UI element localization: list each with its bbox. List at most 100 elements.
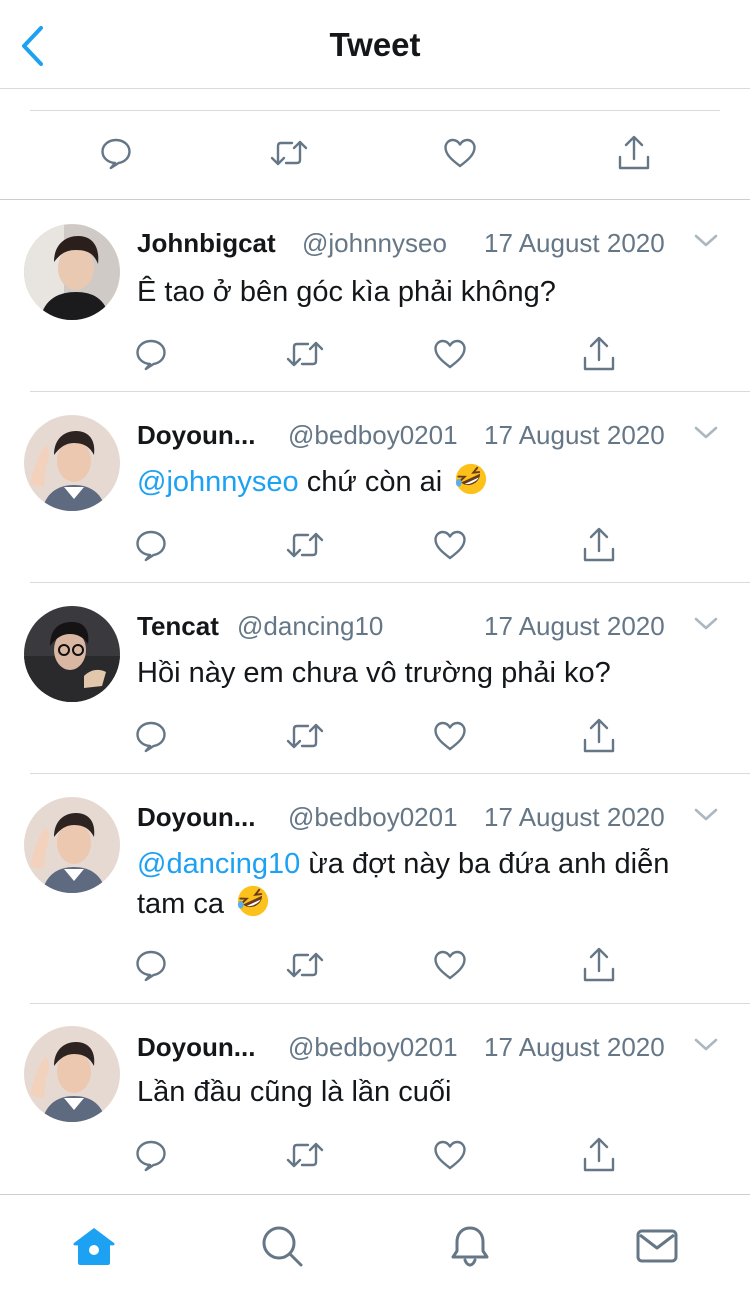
messages-icon	[636, 1229, 678, 1263]
share-button[interactable]	[614, 133, 654, 173]
tweet-body: Lần đầu cũng là lần cuối	[137, 1076, 452, 1108]
display-name[interactable]: Tencat	[137, 611, 219, 642]
retweet-icon	[270, 140, 308, 166]
share-icon	[618, 135, 650, 170]
retweet-icon	[286, 723, 324, 749]
display-name[interactable]: Doyoun...	[137, 1032, 255, 1063]
tab-messages[interactable]	[633, 1222, 681, 1270]
tweet-meta: Doyoun... @bedboy0201 17 August 2020	[137, 420, 720, 452]
retweet-button[interactable]	[285, 716, 325, 756]
reply-icon	[136, 530, 166, 562]
username[interactable]: @bedboy0201	[288, 420, 458, 451]
username[interactable]: @dancing10	[237, 611, 383, 642]
tweet-text: @johnnyseo chứ còn ai	[137, 462, 724, 502]
like-icon	[434, 530, 466, 560]
like-icon	[434, 950, 466, 980]
tweet-date: 17 August 2020	[484, 228, 665, 258]
avatar[interactable]	[24, 224, 120, 320]
reply-button[interactable]	[131, 945, 171, 985]
like-icon	[434, 1140, 466, 1170]
share-icon	[583, 1137, 615, 1172]
reply-button[interactable]	[96, 133, 136, 173]
retweet-button[interactable]	[285, 945, 325, 985]
chevron-down-icon[interactable]	[693, 615, 719, 633]
reply-tweet[interactable]: Tencat @dancing10 17 August 2020 Hồi này…	[0, 583, 750, 774]
share-button[interactable]	[579, 334, 619, 374]
display-name[interactable]: Doyoun...	[137, 420, 255, 451]
like-button[interactable]	[430, 1135, 470, 1175]
home-icon	[73, 1228, 115, 1265]
page-title: Tweet	[329, 26, 421, 63]
reply-button[interactable]	[131, 1135, 171, 1175]
reply-tweet[interactable]: Doyoun... @bedboy0201 17 August 2020 Lần…	[0, 1004, 750, 1194]
display-name[interactable]: Doyoun...	[137, 802, 255, 833]
tab-notifications[interactable]	[446, 1222, 494, 1270]
tweet-meta: Doyoun... @bedboy0201 17 August 2020	[137, 802, 720, 834]
chevron-down-icon[interactable]	[693, 1036, 719, 1054]
tweet-actions	[0, 525, 750, 565]
tweet-date: 17 August 2020	[484, 1032, 665, 1062]
like-button[interactable]	[430, 716, 470, 756]
share-icon	[583, 947, 615, 982]
chevron-down-icon[interactable]	[693, 806, 719, 824]
share-button[interactable]	[579, 1135, 619, 1175]
main-tweet-actions	[0, 89, 750, 200]
tweet-body: chứ còn ai	[298, 466, 443, 498]
reply-tweet[interactable]: Doyoun... @bedboy0201 17 August 2020 @jo…	[0, 392, 750, 583]
tweet-text: Hồi này em chưa vô trường phải ko?	[137, 653, 724, 693]
reply-icon	[136, 339, 166, 371]
tab-home[interactable]	[70, 1222, 118, 1270]
avatar[interactable]	[24, 797, 120, 893]
avatar[interactable]	[24, 415, 120, 511]
reply-button[interactable]	[131, 716, 171, 756]
retweet-button[interactable]	[285, 334, 325, 374]
chevron-down-icon[interactable]	[693, 424, 719, 442]
username[interactable]: @bedboy0201	[288, 1032, 458, 1063]
tweet-body-line2: tam ca	[137, 888, 225, 920]
rolling-laughing-emoji	[456, 463, 487, 495]
retweet-icon	[286, 952, 324, 978]
reply-icon	[101, 138, 131, 170]
mention-link[interactable]: @dancing10	[137, 848, 300, 880]
like-icon	[434, 339, 466, 369]
tweet-meta: Doyoun... @bedboy0201 17 August 2020	[137, 1032, 720, 1064]
bottom-tab-bar	[0, 1194, 750, 1294]
username[interactable]: @johnnyseo	[302, 228, 447, 259]
reply-button[interactable]	[131, 525, 171, 565]
retweet-button[interactable]	[285, 1135, 325, 1175]
tweet-text: Lần đầu cũng là lần cuối	[137, 1072, 724, 1112]
search-icon	[262, 1226, 303, 1267]
tweet-meta: Tencat @dancing10 17 August 2020	[137, 611, 720, 643]
mention-link[interactable]: @johnnyseo	[137, 466, 299, 498]
rolling-laughing-emoji	[237, 885, 269, 917]
reply-button[interactable]	[131, 334, 171, 374]
username[interactable]: @bedboy0201	[288, 802, 458, 833]
tweet-actions	[0, 334, 750, 374]
retweet-icon	[286, 532, 324, 558]
chevron-down-icon[interactable]	[693, 232, 719, 250]
tweet-text: @dancing10 ừa đợt này ba đứa anh diễn ta…	[137, 844, 724, 924]
like-button[interactable]	[430, 525, 470, 565]
retweet-button[interactable]	[269, 133, 309, 173]
share-button[interactable]	[579, 525, 619, 565]
share-icon	[583, 718, 615, 753]
like-button[interactable]	[430, 945, 470, 985]
divider	[30, 110, 720, 111]
tweet-actions	[0, 1135, 750, 1175]
reply-tweet[interactable]: Doyoun... @bedboy0201 17 August 2020 @da…	[0, 774, 750, 1004]
reply-icon	[136, 950, 166, 982]
avatar[interactable]	[24, 1026, 120, 1122]
avatar[interactable]	[24, 606, 120, 702]
like-button[interactable]	[430, 334, 470, 374]
tab-search[interactable]	[258, 1222, 306, 1270]
like-button[interactable]	[440, 133, 480, 173]
notifications-icon	[451, 1226, 489, 1267]
share-button[interactable]	[579, 716, 619, 756]
retweet-button[interactable]	[285, 525, 325, 565]
tweet-text: Ê tao ở bên góc kìa phải không?	[137, 272, 724, 312]
share-button[interactable]	[579, 945, 619, 985]
like-icon	[444, 138, 476, 168]
reply-tweet[interactable]: Johnbigcat @johnnyseo 17 August 2020 Ê t…	[0, 200, 750, 392]
tweet-actions	[0, 716, 750, 756]
display-name[interactable]: Johnbigcat	[137, 228, 276, 259]
